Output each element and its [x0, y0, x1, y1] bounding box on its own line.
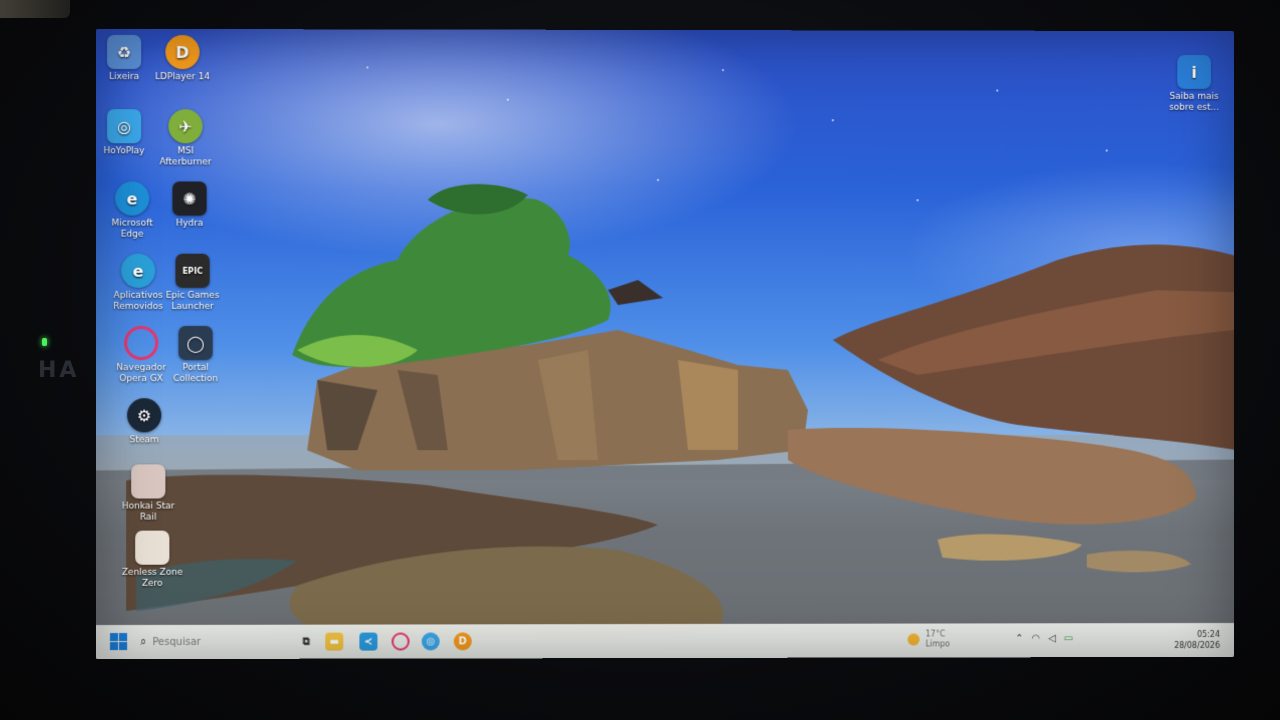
wifi-icon[interactable]: ◠ — [1031, 633, 1040, 644]
desktop-icon-lixeira[interactable]: ♻ Lixeira — [96, 34, 156, 83]
desktop-icon-label: Navegador Opera GX — [116, 363, 167, 385]
desktop-icon-hoyoplay[interactable]: ◎ HoYoPlay — [96, 109, 156, 157]
weather-widget[interactable]: 17°C Limpo — [907, 629, 950, 649]
search-placeholder: Pesquisar — [152, 636, 201, 648]
clock-date: 28/08/2026 — [1174, 640, 1220, 650]
sun-icon — [907, 633, 920, 646]
desktop-icon-label: Zenless Zone Zero — [121, 567, 183, 589]
taskbar-app-ldplayer[interactable]: D — [453, 632, 472, 651]
taskbar-search[interactable]: ⌕ Pesquisar — [140, 632, 251, 652]
taskbar-app-hoyoplay[interactable]: ◎ — [421, 632, 440, 651]
speaker-icon[interactable]: ◁ — [1048, 633, 1056, 644]
desktop-icon-label: Honkai Star Rail — [121, 501, 175, 523]
desktop-icon-label: Microsoft Edge — [111, 218, 153, 240]
desktop-icon-microsoft-edge[interactable]: e Microsoft Edge — [100, 181, 164, 240]
desktop-icon-label: Epic Games Launcher — [165, 290, 220, 312]
desktop-icon-label: Portal Collection — [173, 363, 218, 385]
desktop-icon-hydra[interactable]: ✺ Hydra — [157, 181, 221, 229]
taskbar-app-opera-gx[interactable] — [391, 632, 410, 651]
system-tray: ⌃ ◠ ◁ ▭ — [1015, 633, 1073, 644]
weather-condition: Limpo — [925, 639, 950, 649]
clock-time: 05:24 — [1197, 629, 1220, 639]
taskbar: ⌕ Pesquisar ⧉ ▬ ≺ ◎ D 17°C Limpo ⌃ ◠ ◁ ▭… — [95, 622, 1234, 660]
steam-icon: ⚙ — [127, 398, 162, 433]
desktop-icon-honkai-star-rail[interactable]: Honkai Star Rail — [116, 464, 180, 523]
spotlight-info-icon: i — [1177, 54, 1212, 89]
desktop-icon-spotlight[interactable]: i Saiba mais sobre est... — [1162, 54, 1226, 114]
edge-icon: e — [115, 181, 150, 216]
taskbar-clock[interactable]: 05:24 28/08/2026 — [1174, 629, 1220, 651]
search-icon: ⌕ — [140, 634, 147, 649]
hoyoplay-icon: ◎ — [106, 109, 142, 144]
desktop-icon-label: LDPlayer 14 — [155, 72, 210, 83]
power-led — [42, 338, 47, 346]
desktop-icon-portal-collection[interactable]: ◯ Portal Collection — [163, 325, 227, 385]
ldplayer-icon: D — [165, 34, 200, 70]
desktop-icon-label: Steam — [129, 435, 159, 446]
epic-games-icon: EPIC — [175, 253, 210, 288]
honkai-star-rail-icon — [131, 464, 166, 499]
desktop-icon-label: Hydra — [175, 218, 204, 229]
desktop-icon-label: HoYoPlay — [103, 146, 145, 157]
msi-afterburner-icon: ✈ — [168, 109, 203, 144]
weather-temp: 17°C — [925, 629, 946, 639]
desktop-icon-label: Aplicativos Removidos — [113, 290, 164, 312]
start-button[interactable] — [110, 633, 128, 651]
wallpaper — [95, 28, 1234, 660]
zenless-zone-zero-icon — [135, 530, 170, 565]
hydra-icon: ✺ — [172, 181, 207, 216]
desktop-icon-steam[interactable]: ⚙ Steam — [112, 398, 176, 446]
desktop-icon-ldplayer[interactable]: D LDPlayer 14 — [150, 34, 214, 83]
taskbar-app-file-explorer[interactable]: ▬ — [325, 632, 344, 651]
desktop-icon-msi-afterburner[interactable]: ✈ MSI Afterburner — [153, 109, 217, 168]
windows-logo-icon — [110, 633, 119, 642]
desktop-icon-zenless-zone-zero[interactable]: Zenless Zone Zero — [120, 530, 184, 590]
desktop-icon-label: Lixeira — [109, 72, 140, 83]
recycle-bin-icon: ♻ — [106, 34, 142, 70]
opera-gx-icon — [124, 325, 159, 361]
bezel-sticker — [0, 0, 70, 18]
edge-icon: e — [121, 253, 156, 288]
task-view-icon[interactable]: ⧉ — [297, 633, 315, 651]
portal-icon: ◯ — [178, 325, 213, 361]
desktop-icon-label: MSI Afterburner — [159, 146, 212, 168]
monitor-brand-mark: HA — [38, 358, 80, 383]
desktop-screen: ♻ Lixeira D LDPlayer 14 ◎ HoYoPlay ✈ MSI… — [95, 28, 1234, 660]
battery-icon[interactable]: ▭ — [1064, 633, 1073, 644]
taskbar-app-vscode[interactable]: ≺ — [359, 632, 378, 651]
desktop-icon-label: Saiba mais sobre est... — [1169, 91, 1220, 113]
desktop-icon-epic-games[interactable]: EPIC Epic Games Launcher — [160, 253, 224, 313]
chevron-up-icon[interactable]: ⌃ — [1015, 633, 1023, 644]
